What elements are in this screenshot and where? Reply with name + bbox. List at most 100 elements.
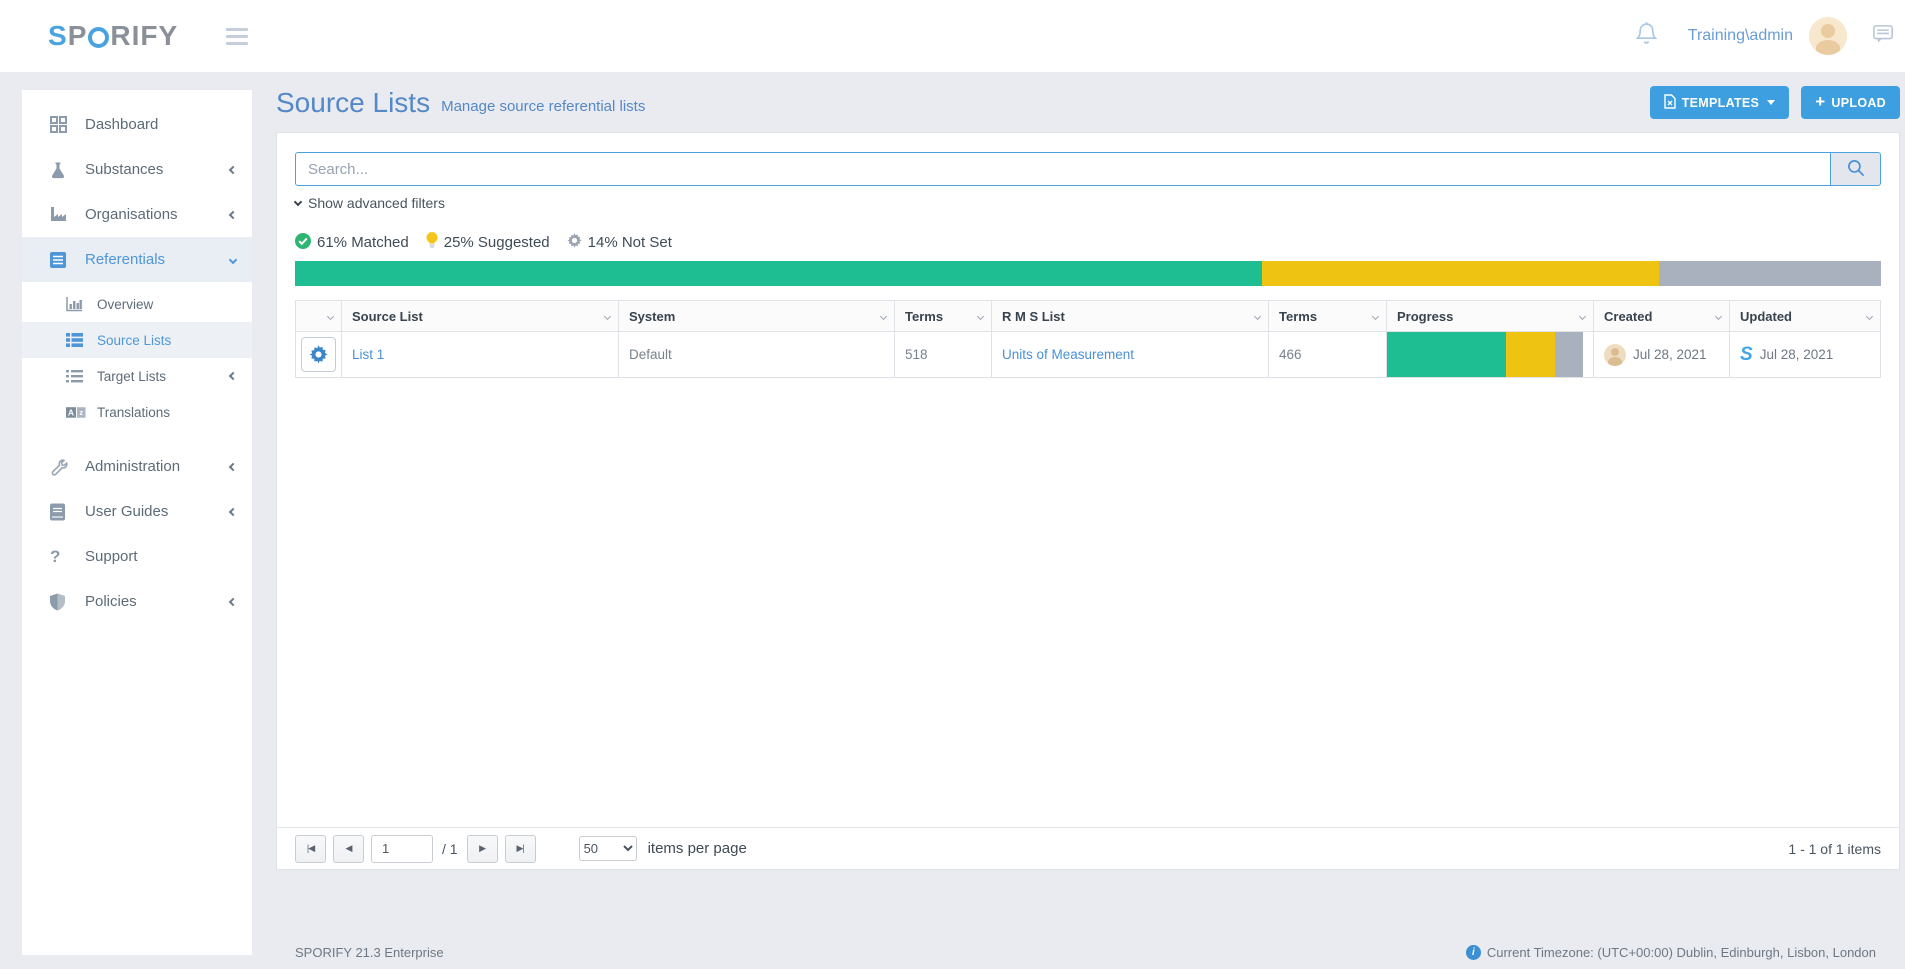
chevron-left-icon [229,507,237,515]
overall-progress-bar [295,261,1881,286]
search-input[interactable] [295,152,1831,186]
show-advanced-filters-toggle[interactable]: Show advanced filters [295,195,445,211]
source-list-link[interactable]: List 1 [352,347,384,362]
sidebar-item-overview[interactable]: Overview [22,286,252,322]
check-circle-icon [295,233,311,253]
column-menu-icon[interactable] [1579,312,1586,319]
column-header-actions[interactable] [296,301,342,332]
column-header-progress[interactable]: Progress [1387,301,1594,332]
row-settings-button[interactable] [301,337,336,372]
chevron-left-icon [229,372,237,380]
rms-list-link[interactable]: Units of Measurement [1002,347,1134,362]
progress-not-set-segment [1659,261,1881,286]
list-box-icon [50,252,72,268]
search-button[interactable] [1830,152,1881,186]
grid-icon [50,116,72,133]
search-icon [1847,159,1865,180]
column-menu-icon[interactable] [1715,312,1722,319]
row-progress-not-set-segment [1555,332,1582,377]
column-menu-icon[interactable] [977,312,984,319]
sidebar-item-administration[interactable]: Administration [22,444,252,489]
sidebar-item-support[interactable]: ? Support [22,534,252,579]
sporify-logo[interactable]: SPRIFY [48,20,178,52]
column-header-rms-terms[interactable]: Terms [1269,301,1387,332]
sidebar-item-label: Administration [85,458,180,475]
legend-matched-label: 61% Matched [317,234,409,251]
table-header-row: Source List System Terms R M S List Term… [296,301,1881,332]
sidebar-item-dashboard[interactable]: Dashboard [22,102,252,147]
menu-toggle-icon[interactable] [222,20,252,53]
user-menu[interactable]: Training\admin [1688,27,1793,45]
row-progress-bar [1387,332,1583,377]
column-menu-icon[interactable] [1866,312,1873,319]
legend-suggested-label: 25% Suggested [444,234,550,251]
column-header-rms-list[interactable]: R M S List [992,301,1269,332]
column-header-terms[interactable]: Terms [895,301,992,332]
list-icon [66,370,87,383]
created-cell: Jul 28, 2021 [1594,332,1730,378]
page-size-select[interactable]: 50 [579,836,637,861]
legend-suggested: 25% Suggested [426,232,550,253]
sidebar-item-label: User Guides [85,503,168,520]
column-header-updated[interactable]: Updated [1730,301,1881,332]
column-header-created[interactable]: Created [1594,301,1730,332]
row-progress-matched-segment [1387,332,1506,377]
column-menu-icon[interactable] [1254,312,1261,319]
sidebar-item-translations[interactable]: Az Translations [22,394,252,430]
sidebar-item-target-lists[interactable]: Target Lists [22,358,252,394]
last-page-button[interactable]: ▶| [505,835,536,863]
column-menu-icon[interactable] [880,312,887,319]
sidebar-item-label: Target Lists [97,369,166,384]
source-lists-table: Source List System Terms R M S List Term… [295,300,1881,378]
chevron-down-icon [294,197,302,205]
column-menu-icon[interactable] [604,312,611,319]
sidebar-item-label: Source Lists [97,333,171,348]
legend-matched: 61% Matched [295,233,409,253]
info-icon: i [1466,945,1481,960]
timezone-label: Current Timezone: (UTC+00:00) Dublin, Ed… [1487,945,1876,960]
sidebar-item-policies[interactable]: Policies [22,579,252,624]
row-actions-cell [296,332,342,378]
advanced-filters-label: Show advanced filters [308,195,445,211]
pagination-bar: |◀ ◀ / 1 ▶ ▶| 50 items per page 1 - 1 of… [277,827,1899,869]
sidebar-item-label: Policies [85,593,137,610]
column-menu-icon[interactable] [327,312,334,319]
first-page-button[interactable]: |◀ [295,835,326,863]
plus-icon: + [1815,92,1825,112]
shield-icon [50,593,72,611]
upload-button[interactable]: + UPLOAD [1801,86,1900,119]
chat-icon[interactable] [1873,25,1893,48]
logo-p: P [68,20,88,52]
next-page-button[interactable]: ▶ [467,835,498,863]
chevron-left-icon [229,210,237,218]
sidebar-item-user-guides[interactable]: User Guides [22,489,252,534]
sidebar-item-label: Organisations [85,206,178,223]
logo-refresh-o-icon [88,27,109,48]
source-list-cell: List 1 [342,332,619,378]
column-header-system[interactable]: System [619,301,895,332]
user-avatar[interactable] [1809,17,1847,55]
flask-icon [50,161,72,179]
notifications-bell-icon[interactable] [1635,21,1658,51]
progress-matched-segment [295,261,1262,286]
translate-icon: Az [66,406,87,419]
page-number-input[interactable] [371,835,433,863]
question-icon: ? [50,547,72,567]
previous-page-button[interactable]: ◀ [333,835,364,863]
sidebar-item-label: Overview [97,297,153,312]
row-progress-suggested-segment [1506,332,1555,377]
sidebar-item-source-lists[interactable]: Source Lists [22,322,252,358]
sidebar-item-substances[interactable]: Substances [22,147,252,192]
sidebar-item-organisations[interactable]: Organisations [22,192,252,237]
svg-text:z: z [79,408,83,417]
column-header-source-list[interactable]: Source List [342,301,619,332]
factory-icon [50,207,72,222]
upload-button-label: UPLOAD [1831,96,1886,110]
rms-terms-cell: 466 [1269,332,1387,378]
svg-text:A: A [68,407,74,417]
column-menu-icon[interactable] [1372,312,1379,319]
templates-button[interactable]: TEMPLATES [1650,86,1789,119]
table-row: List 1 Default 518 Units of Measurement … [296,332,1881,378]
page-total-label: / 1 [442,841,458,857]
sidebar-item-referentials[interactable]: Referentials [22,237,252,282]
